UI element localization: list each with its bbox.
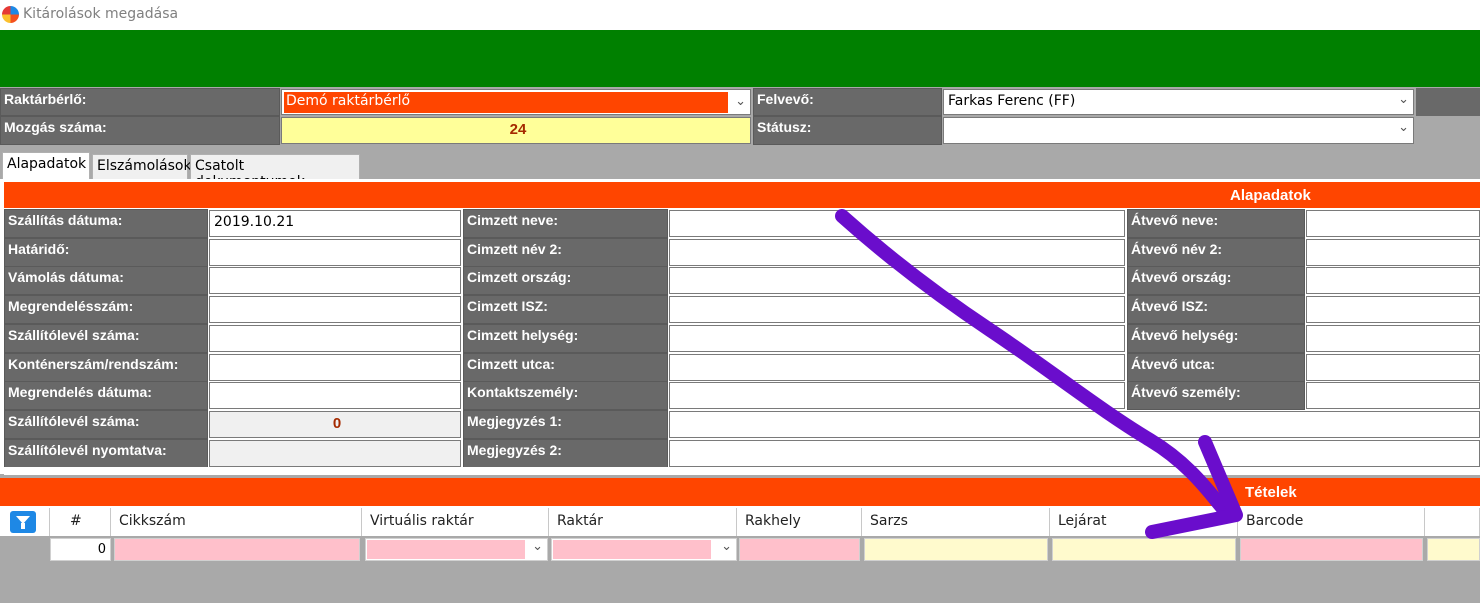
annotation-arrow [835, 209, 1243, 539]
annotation-arrow-shaft [835, 209, 1237, 522]
